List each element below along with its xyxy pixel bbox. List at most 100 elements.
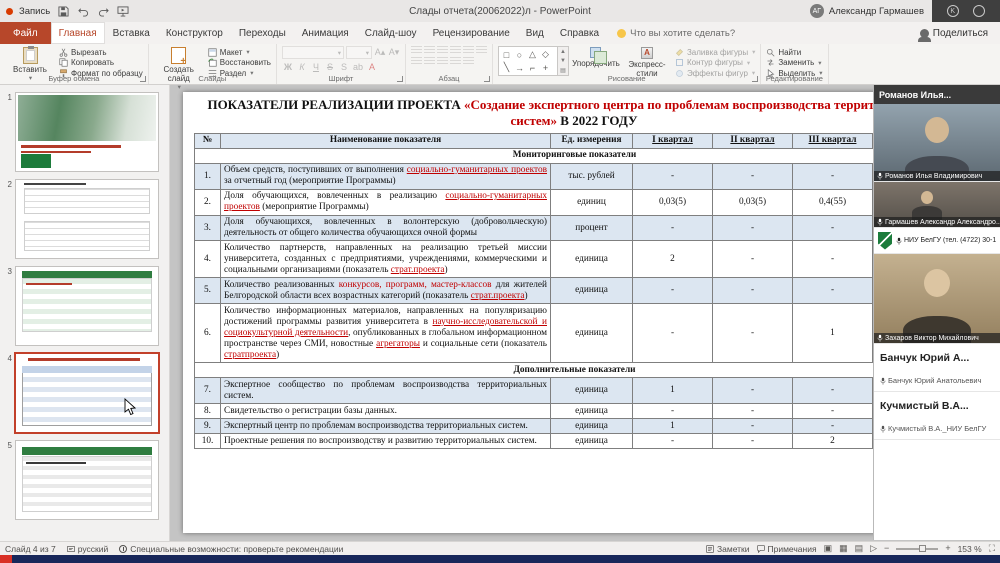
participant-tile[interactable]: Гармашев Александр Александро...	[874, 182, 1000, 228]
ribbon-tab[interactable]: Конструктор	[158, 22, 231, 44]
share-button[interactable]: Поделиться	[908, 22, 1000, 44]
diamond-shape-icon[interactable]: ◇	[539, 48, 552, 61]
ribbon-tab[interactable]: Справка	[552, 22, 607, 44]
participant-tile[interactable]: Банчук Юрий А...Банчук Юрий Анатольевич	[874, 344, 1000, 392]
cut-button[interactable]: Вырезать	[59, 48, 143, 57]
slide-counter[interactable]: Слайд 4 из 7	[5, 544, 56, 554]
gallery-scroll[interactable]: ▲▼▤	[557, 47, 568, 75]
undo-icon[interactable]	[76, 4, 90, 18]
zoom-level[interactable]: 153 %	[958, 544, 982, 554]
language-indicator[interactable]: русский	[67, 544, 109, 554]
ribbon-tab[interactable]: Переходы	[231, 22, 294, 44]
accessibility-status[interactable]: Специальные возможности: проверьте реком…	[119, 544, 343, 554]
start-slideshow-icon[interactable]	[116, 4, 130, 18]
slide-thumbnail[interactable]	[15, 440, 159, 520]
align-left-icon[interactable]	[411, 57, 422, 66]
value-cell: 1	[793, 304, 873, 363]
justify-icon[interactable]	[450, 57, 461, 66]
zoom-in-button[interactable]: +	[945, 544, 950, 553]
underline-button[interactable]: Ч	[310, 61, 322, 73]
rectangle-shape-icon[interactable]: □	[500, 48, 513, 61]
ribbon-tab[interactable]: Анимация	[294, 22, 357, 44]
ellipse-shape-icon[interactable]: ○	[513, 48, 526, 61]
find-button[interactable]: Найти	[766, 48, 822, 57]
bold-button[interactable]: Ж	[282, 61, 294, 73]
columns-icon[interactable]	[463, 57, 474, 66]
line-shape-icon[interactable]: ╲	[500, 61, 513, 74]
paragraph-dialog-launcher[interactable]	[484, 76, 490, 82]
triangle-shape-icon[interactable]: △	[526, 48, 539, 61]
text-direction-icon[interactable]	[476, 46, 487, 55]
line-spacing-icon[interactable]	[463, 46, 474, 55]
participant-tile[interactable]: НИУ БелГУ (тел. (4722) 30-13-18)	[874, 228, 1000, 254]
thumbnail-content	[26, 283, 72, 285]
decrease-font-button[interactable]: А▾	[388, 47, 400, 59]
align-center-icon[interactable]	[424, 57, 435, 66]
shape-outline-button[interactable]: Контур фигуры▾	[675, 59, 755, 68]
shape-fill-button[interactable]: Заливка фигуры▾	[675, 48, 755, 57]
slide-thumbnail[interactable]	[15, 179, 159, 259]
layout-button[interactable]: Макет▾	[208, 48, 271, 57]
fit-slide-button[interactable]: ⛶	[989, 544, 995, 553]
redo-icon[interactable]	[96, 4, 110, 18]
slideshow-view-button[interactable]: ▷	[870, 544, 877, 553]
strikethrough-button[interactable]: S	[324, 61, 336, 73]
row-number: 4.	[195, 241, 221, 278]
ribbon-tab[interactable]: Главная	[51, 22, 105, 44]
ribbon-tab[interactable]: Вставка	[105, 22, 158, 44]
normal-view-button[interactable]: ▣	[824, 544, 833, 553]
save-icon[interactable]	[56, 4, 70, 18]
ribbon-tab[interactable]: Слайд-шоу	[357, 22, 425, 44]
font-size-select[interactable]: ▾	[346, 46, 372, 59]
italic-button[interactable]: К	[296, 61, 308, 73]
participant-tile[interactable]: Захаров Виктор Михайлович	[874, 254, 1000, 344]
shapes-gallery[interactable]: □ ○ △ ◇ ╲ → ⌐ + ▲▼▤	[498, 46, 569, 76]
plus-shape-icon[interactable]: +	[539, 61, 552, 74]
reading-view-button[interactable]: ▤	[855, 544, 864, 553]
current-slide[interactable]: ПОКАЗАТЕЛИ РЕАЛИЗАЦИИ ПРОЕКТА «Создание …	[183, 92, 965, 533]
slide-thumbnail[interactable]	[15, 353, 159, 433]
thumbnail-number: 5	[3, 440, 12, 520]
ribbon-tab[interactable]: Вид	[518, 22, 552, 44]
decrease-indent-icon[interactable]	[437, 46, 448, 55]
participant-tile[interactable]: Романов Илья Владимирович	[874, 104, 1000, 182]
row-number: 9.	[195, 419, 221, 434]
copy-button[interactable]: Копировать	[59, 59, 143, 68]
slide-thumbnail[interactable]	[15, 92, 159, 172]
comments-button[interactable]: Примечания	[757, 544, 817, 554]
text-shadow-button[interactable]: S	[338, 61, 350, 73]
slide-thumbnail[interactable]	[15, 266, 159, 346]
highlight-color-button[interactable]: ab	[352, 61, 364, 73]
align-right-icon[interactable]	[437, 57, 448, 66]
slide-sorter-view-button[interactable]: ▦	[839, 544, 848, 553]
zoom-slider-knob[interactable]	[919, 545, 926, 552]
replace-button[interactable]: Заменить▾	[766, 59, 822, 68]
zoom-out-button[interactable]: −	[884, 544, 889, 553]
notes-button[interactable]: Заметки	[706, 544, 750, 554]
reset-button[interactable]: Восстановить	[208, 59, 271, 68]
font-color-button[interactable]: А	[366, 61, 378, 73]
share-label: Поделиться	[933, 28, 988, 39]
font-dialog-launcher[interactable]	[397, 76, 403, 82]
arrow-shape-icon[interactable]: →	[513, 61, 526, 74]
zoom-slider[interactable]	[896, 548, 938, 550]
clipboard-dialog-launcher[interactable]	[140, 76, 146, 82]
arrange-icon	[590, 47, 601, 58]
font-name-select[interactable]: ▾	[282, 46, 344, 59]
increase-font-button[interactable]: А▴	[374, 47, 386, 59]
numbering-icon[interactable]	[424, 46, 435, 55]
new-slide-dropdown-arrow[interactable]: ▾	[178, 84, 181, 91]
ribbon-tab[interactable]: Рецензирование	[425, 22, 518, 44]
new-slide-button[interactable]: Создать слайд ▾	[154, 46, 204, 92]
user-avatar[interactable]: АГ	[810, 4, 824, 18]
drawing-dialog-launcher[interactable]	[752, 76, 758, 82]
conference-settings-icon[interactable]	[973, 5, 985, 17]
arrange-button[interactable]: Упорядочить	[573, 46, 619, 68]
taskbar-app-icon[interactable]	[0, 555, 12, 563]
increase-indent-icon[interactable]	[450, 46, 461, 55]
bullets-icon[interactable]	[411, 46, 422, 55]
tab-file[interactable]: Файл	[0, 22, 51, 44]
participant-tile[interactable]: Кучмистый В.А...Кучмистый В.А._НИУ БелГУ	[874, 392, 1000, 440]
lshape-icon[interactable]: ⌐	[526, 61, 539, 74]
tell-me-search[interactable]: Что вы хотите сделать?	[607, 22, 745, 44]
